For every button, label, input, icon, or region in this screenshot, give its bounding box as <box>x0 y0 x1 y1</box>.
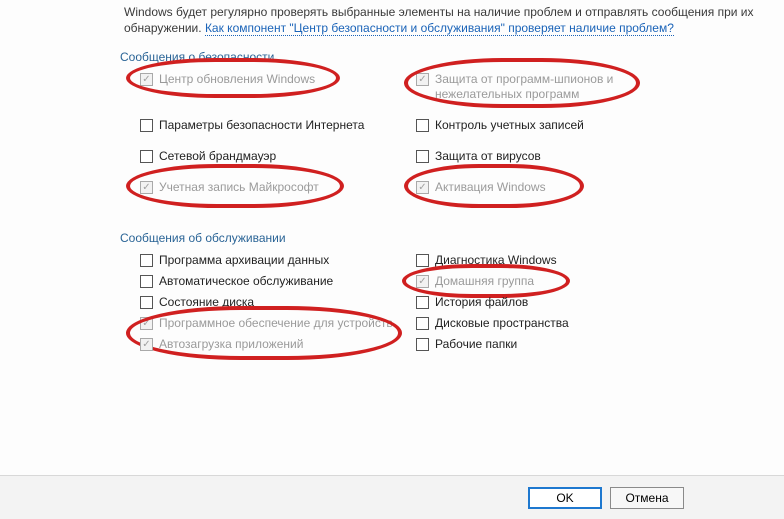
label-ms-account: Учетная запись Майкрософт <box>159 180 319 195</box>
checkbox-spyware: ✓ <box>416 73 429 86</box>
checkbox-internet-security[interactable]: ✓ <box>140 119 153 132</box>
label-disk-state: Состояние диска <box>159 295 254 310</box>
checkbox-ms-account: ✓ <box>140 181 153 194</box>
ok-button[interactable]: OK <box>528 487 602 509</box>
opt-homegroup: ✓ Домашняя группа <box>416 274 688 289</box>
checkbox-app-startup: ✓ <box>140 338 153 351</box>
checkbox-disk-state[interactable]: ✓ <box>140 296 153 309</box>
label-spyware: Защита от программ-шпионов и нежелательн… <box>435 72 688 102</box>
opt-internet-security[interactable]: ✓ Параметры безопасности Интернета <box>140 118 412 133</box>
checkbox-auto-maint[interactable]: ✓ <box>140 275 153 288</box>
intro-help-link[interactable]: Как компонент "Центр безопасности и обсл… <box>205 21 674 36</box>
opt-spyware: ✓ Защита от программ-шпионов и нежелател… <box>416 72 688 102</box>
opt-file-history[interactable]: ✓ История файлов <box>416 295 688 310</box>
opt-device-software: ✓ Программное обеспечение для устройств <box>140 316 412 331</box>
label-work-folders: Рабочие папки <box>435 337 517 352</box>
opt-firewall[interactable]: ✓ Сетевой брандмауэр <box>140 149 412 164</box>
maintenance-section-title: Сообщения об обслуживании <box>120 231 760 245</box>
opt-uac[interactable]: ✓ Контроль учетных записей <box>416 118 688 133</box>
intro-text: Windows будет регулярно проверять выбран… <box>124 4 760 36</box>
label-windows-update: Центр обновления Windows <box>159 72 315 87</box>
opt-ms-account: ✓ Учетная запись Майкрософт <box>140 180 412 195</box>
checkbox-virus[interactable]: ✓ <box>416 150 429 163</box>
checkbox-file-history[interactable]: ✓ <box>416 296 429 309</box>
checkbox-backup[interactable]: ✓ <box>140 254 153 267</box>
label-storage-spaces: Дисковые пространства <box>435 316 569 331</box>
label-app-startup: Автозагрузка приложений <box>159 337 303 352</box>
checkbox-windows-update: ✓ <box>140 73 153 86</box>
dialog-footer: OK Отмена <box>0 475 784 519</box>
opt-disk-state[interactable]: ✓ Состояние диска <box>140 295 412 310</box>
cancel-button[interactable]: Отмена <box>610 487 684 509</box>
label-device-software: Программное обеспечение для устройств <box>159 316 393 331</box>
checkbox-firewall[interactable]: ✓ <box>140 150 153 163</box>
checkbox-activation: ✓ <box>416 181 429 194</box>
label-homegroup: Домашняя группа <box>435 274 534 289</box>
opt-virus[interactable]: ✓ Защита от вирусов <box>416 149 688 164</box>
checkbox-diagnostics[interactable]: ✓ <box>416 254 429 267</box>
label-internet-security: Параметры безопасности Интернета <box>159 118 364 133</box>
label-virus: Защита от вирусов <box>435 149 541 164</box>
opt-backup[interactable]: ✓ Программа архивации данных <box>140 253 412 268</box>
checkbox-device-software: ✓ <box>140 317 153 330</box>
label-firewall: Сетевой брандмауэр <box>159 149 276 164</box>
label-auto-maint: Автоматическое обслуживание <box>159 274 333 289</box>
label-diagnostics: Диагностика Windows <box>435 253 557 268</box>
label-activation: Активация Windows <box>435 180 546 195</box>
label-uac: Контроль учетных записей <box>435 118 584 133</box>
opt-auto-maint[interactable]: ✓ Автоматическое обслуживание <box>140 274 412 289</box>
opt-activation: ✓ Активация Windows <box>416 180 688 195</box>
opt-app-startup: ✓ Автозагрузка приложений <box>140 337 412 352</box>
security-section-title: Сообщения о безопасности <box>120 50 760 64</box>
checkbox-work-folders[interactable]: ✓ <box>416 338 429 351</box>
checkbox-homegroup: ✓ <box>416 275 429 288</box>
checkbox-uac[interactable]: ✓ <box>416 119 429 132</box>
label-backup: Программа архивации данных <box>159 253 329 268</box>
opt-storage-spaces[interactable]: ✓ Дисковые пространства <box>416 316 688 331</box>
opt-windows-update: ✓ Центр обновления Windows <box>140 72 412 102</box>
checkbox-storage-spaces[interactable]: ✓ <box>416 317 429 330</box>
opt-work-folders[interactable]: ✓ Рабочие папки <box>416 337 688 352</box>
opt-diagnostics[interactable]: ✓ Диагностика Windows <box>416 253 688 268</box>
label-file-history: История файлов <box>435 295 528 310</box>
